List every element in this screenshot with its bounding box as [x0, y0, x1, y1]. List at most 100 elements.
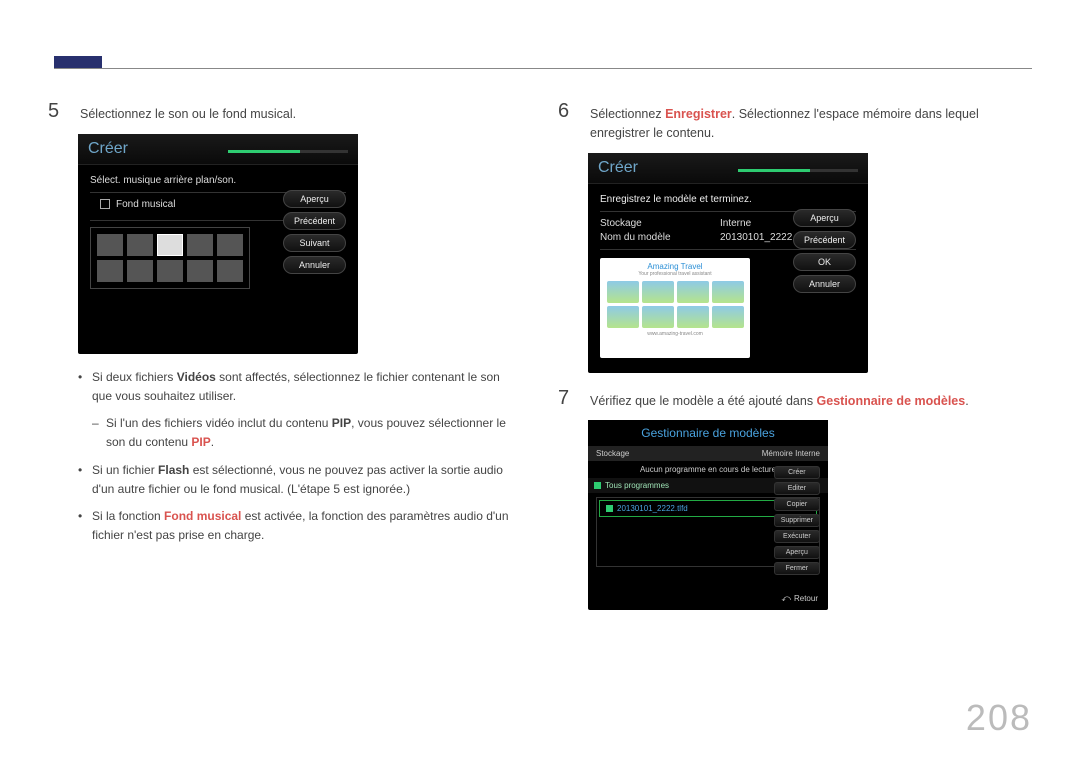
manager-title: Gestionnaire de modèles: [588, 420, 828, 446]
manager-storage-bar: Stockage Mémoire Interne: [588, 446, 828, 461]
card-subheader: Your professional travel assistant: [604, 271, 746, 277]
manager-storage-label: Stockage: [596, 449, 629, 458]
device-prompt: Sélect. musique arrière plan/son.: [90, 175, 346, 186]
card-footer: www.amazing-travel.com: [604, 331, 746, 337]
notes-list: Si deux fichiers Vidéos sont affectés, s…: [78, 368, 522, 546]
device-screen-creer-save: Créer Enregistrez le modèle et terminez.…: [588, 153, 868, 373]
card-cell: [607, 281, 639, 303]
thumb[interactable]: [97, 234, 123, 256]
bold-gestionnaire: Gestionnaire de modèles: [817, 394, 966, 408]
cancel-button[interactable]: Annuler: [793, 275, 856, 293]
step-6: 6 Sélectionnez Enregistrer. Sélectionnez…: [558, 100, 1032, 143]
bold-flash: Flash: [158, 463, 189, 477]
thumb[interactable]: [187, 260, 213, 282]
manager-side-buttons: Créer Editer Copier Supprimer Exécuter A…: [774, 466, 820, 575]
thumb[interactable]: [127, 234, 153, 256]
bold-pip-red: PIP: [191, 435, 210, 449]
template-preview-card: Amazing Travel Your professional travel …: [600, 258, 750, 358]
note-2: Si un fichier Flash est sélectionné, vou…: [78, 461, 522, 499]
manager-tab-label: Tous programmes: [605, 481, 669, 490]
note-3: Si la fonction Fond musical est activée,…: [78, 507, 522, 545]
card-cell: [642, 281, 674, 303]
card-cell: [677, 306, 709, 328]
header-accent: [54, 56, 102, 68]
device-screen-creer-sound: Créer Sélect. musique arrière plan/son. …: [78, 134, 358, 354]
return-label[interactable]: Retour: [781, 593, 818, 604]
next-button[interactable]: Suivant: [283, 234, 346, 252]
text: Si deux fichiers: [92, 370, 177, 384]
progress-accent: [738, 169, 858, 172]
step-7: 7 Vérifiez que le modèle a été ajouté da…: [558, 387, 1032, 411]
close-button[interactable]: Fermer: [774, 562, 820, 575]
note-1: Si deux fichiers Vidéos sont affectés, s…: [78, 368, 522, 406]
text: Si la fonction: [92, 509, 164, 523]
bold-videos: Vidéos: [177, 370, 216, 384]
device-title-text: Créer: [598, 159, 638, 176]
device-prompt: Enregistrez le modèle et terminez.: [600, 194, 856, 205]
preview-button[interactable]: Aperçu: [283, 190, 346, 208]
page-number: 208: [966, 697, 1032, 739]
text: Si un fichier: [92, 463, 158, 477]
card-cell: [712, 281, 744, 303]
thumb[interactable]: [217, 234, 243, 256]
header-rule: [54, 68, 1032, 69]
ok-button[interactable]: OK: [793, 253, 856, 271]
step-5: 5 Sélectionnez le son ou le fond musical…: [48, 100, 522, 124]
create-button[interactable]: Créer: [774, 466, 820, 479]
previous-button[interactable]: Précédent: [793, 231, 856, 249]
cancel-button[interactable]: Annuler: [283, 256, 346, 274]
thumb[interactable]: [157, 260, 183, 282]
step-5-number: 5: [48, 100, 66, 124]
edit-button[interactable]: Editer: [774, 482, 820, 495]
text: .: [965, 394, 968, 408]
thumb-selected[interactable]: [157, 234, 183, 256]
bold-enregistrer: Enregistrer: [665, 107, 732, 121]
modelname-label: Nom du modèle: [600, 232, 680, 243]
thumb[interactable]: [187, 234, 213, 256]
manual-page: 5 Sélectionnez le son ou le fond musical…: [0, 0, 1080, 763]
thumb[interactable]: [217, 260, 243, 282]
bgm-checkbox-label: Fond musical: [116, 199, 175, 210]
device-title-text: Créer: [88, 140, 128, 157]
bold-fond-musical: Fond musical: [164, 509, 241, 523]
preview-button[interactable]: Aperçu: [793, 209, 856, 227]
manager-storage-value: Mémoire Interne: [762, 449, 820, 458]
right-column: 6 Sélectionnez Enregistrer. Sélectionnez…: [558, 100, 1032, 624]
step-6-number: 6: [558, 100, 576, 143]
card-header: Amazing Travel: [604, 262, 746, 271]
device-title: Créer: [588, 153, 868, 184]
thumbnail-grid: [90, 227, 250, 289]
return-text: Retour: [794, 594, 818, 603]
card-cell: [642, 306, 674, 328]
square-icon: [594, 482, 601, 489]
note-1-sub: Si l'un des fichiers vidéo inclut du con…: [92, 414, 522, 452]
device-title: Créer: [78, 134, 358, 165]
thumb[interactable]: [97, 260, 123, 282]
previous-button[interactable]: Précédent: [283, 212, 346, 230]
text: Vérifiez que le modèle a été ajouté dans: [590, 394, 817, 408]
step-7-number: 7: [558, 387, 576, 411]
progress-accent: [228, 150, 348, 153]
storage-value: Interne: [720, 218, 751, 229]
step-7-text: Vérifiez que le modèle a été ajouté dans…: [590, 387, 969, 411]
step-5-text: Sélectionnez le son ou le fond musical.: [80, 100, 296, 124]
device-side-buttons: Aperçu Précédent OK Annuler: [793, 209, 856, 293]
preview-button[interactable]: Aperçu: [774, 546, 820, 559]
copy-button[interactable]: Copier: [774, 498, 820, 511]
delete-button[interactable]: Supprimer: [774, 514, 820, 527]
checkbox-icon[interactable]: [100, 199, 110, 209]
card-image-row: [604, 281, 746, 328]
storage-label: Stockage: [600, 218, 680, 229]
thumb[interactable]: [127, 260, 153, 282]
card-cell: [712, 306, 744, 328]
run-button[interactable]: Exécuter: [774, 530, 820, 543]
device-side-buttons: Aperçu Précédent Suivant Annuler: [283, 190, 346, 274]
text: Sélectionnez: [590, 107, 665, 121]
device-screen-template-manager: Gestionnaire de modèles Stockage Mémoire…: [588, 420, 828, 610]
card-cell: [607, 306, 639, 328]
two-column-layout: 5 Sélectionnez le son ou le fond musical…: [48, 100, 1032, 624]
modelname-value: 20130101_2222: [720, 232, 792, 243]
text: Si l'un des fichiers vidéo inclut du con…: [106, 416, 332, 430]
square-icon: [606, 505, 613, 512]
left-column: 5 Sélectionnez le son ou le fond musical…: [48, 100, 522, 624]
